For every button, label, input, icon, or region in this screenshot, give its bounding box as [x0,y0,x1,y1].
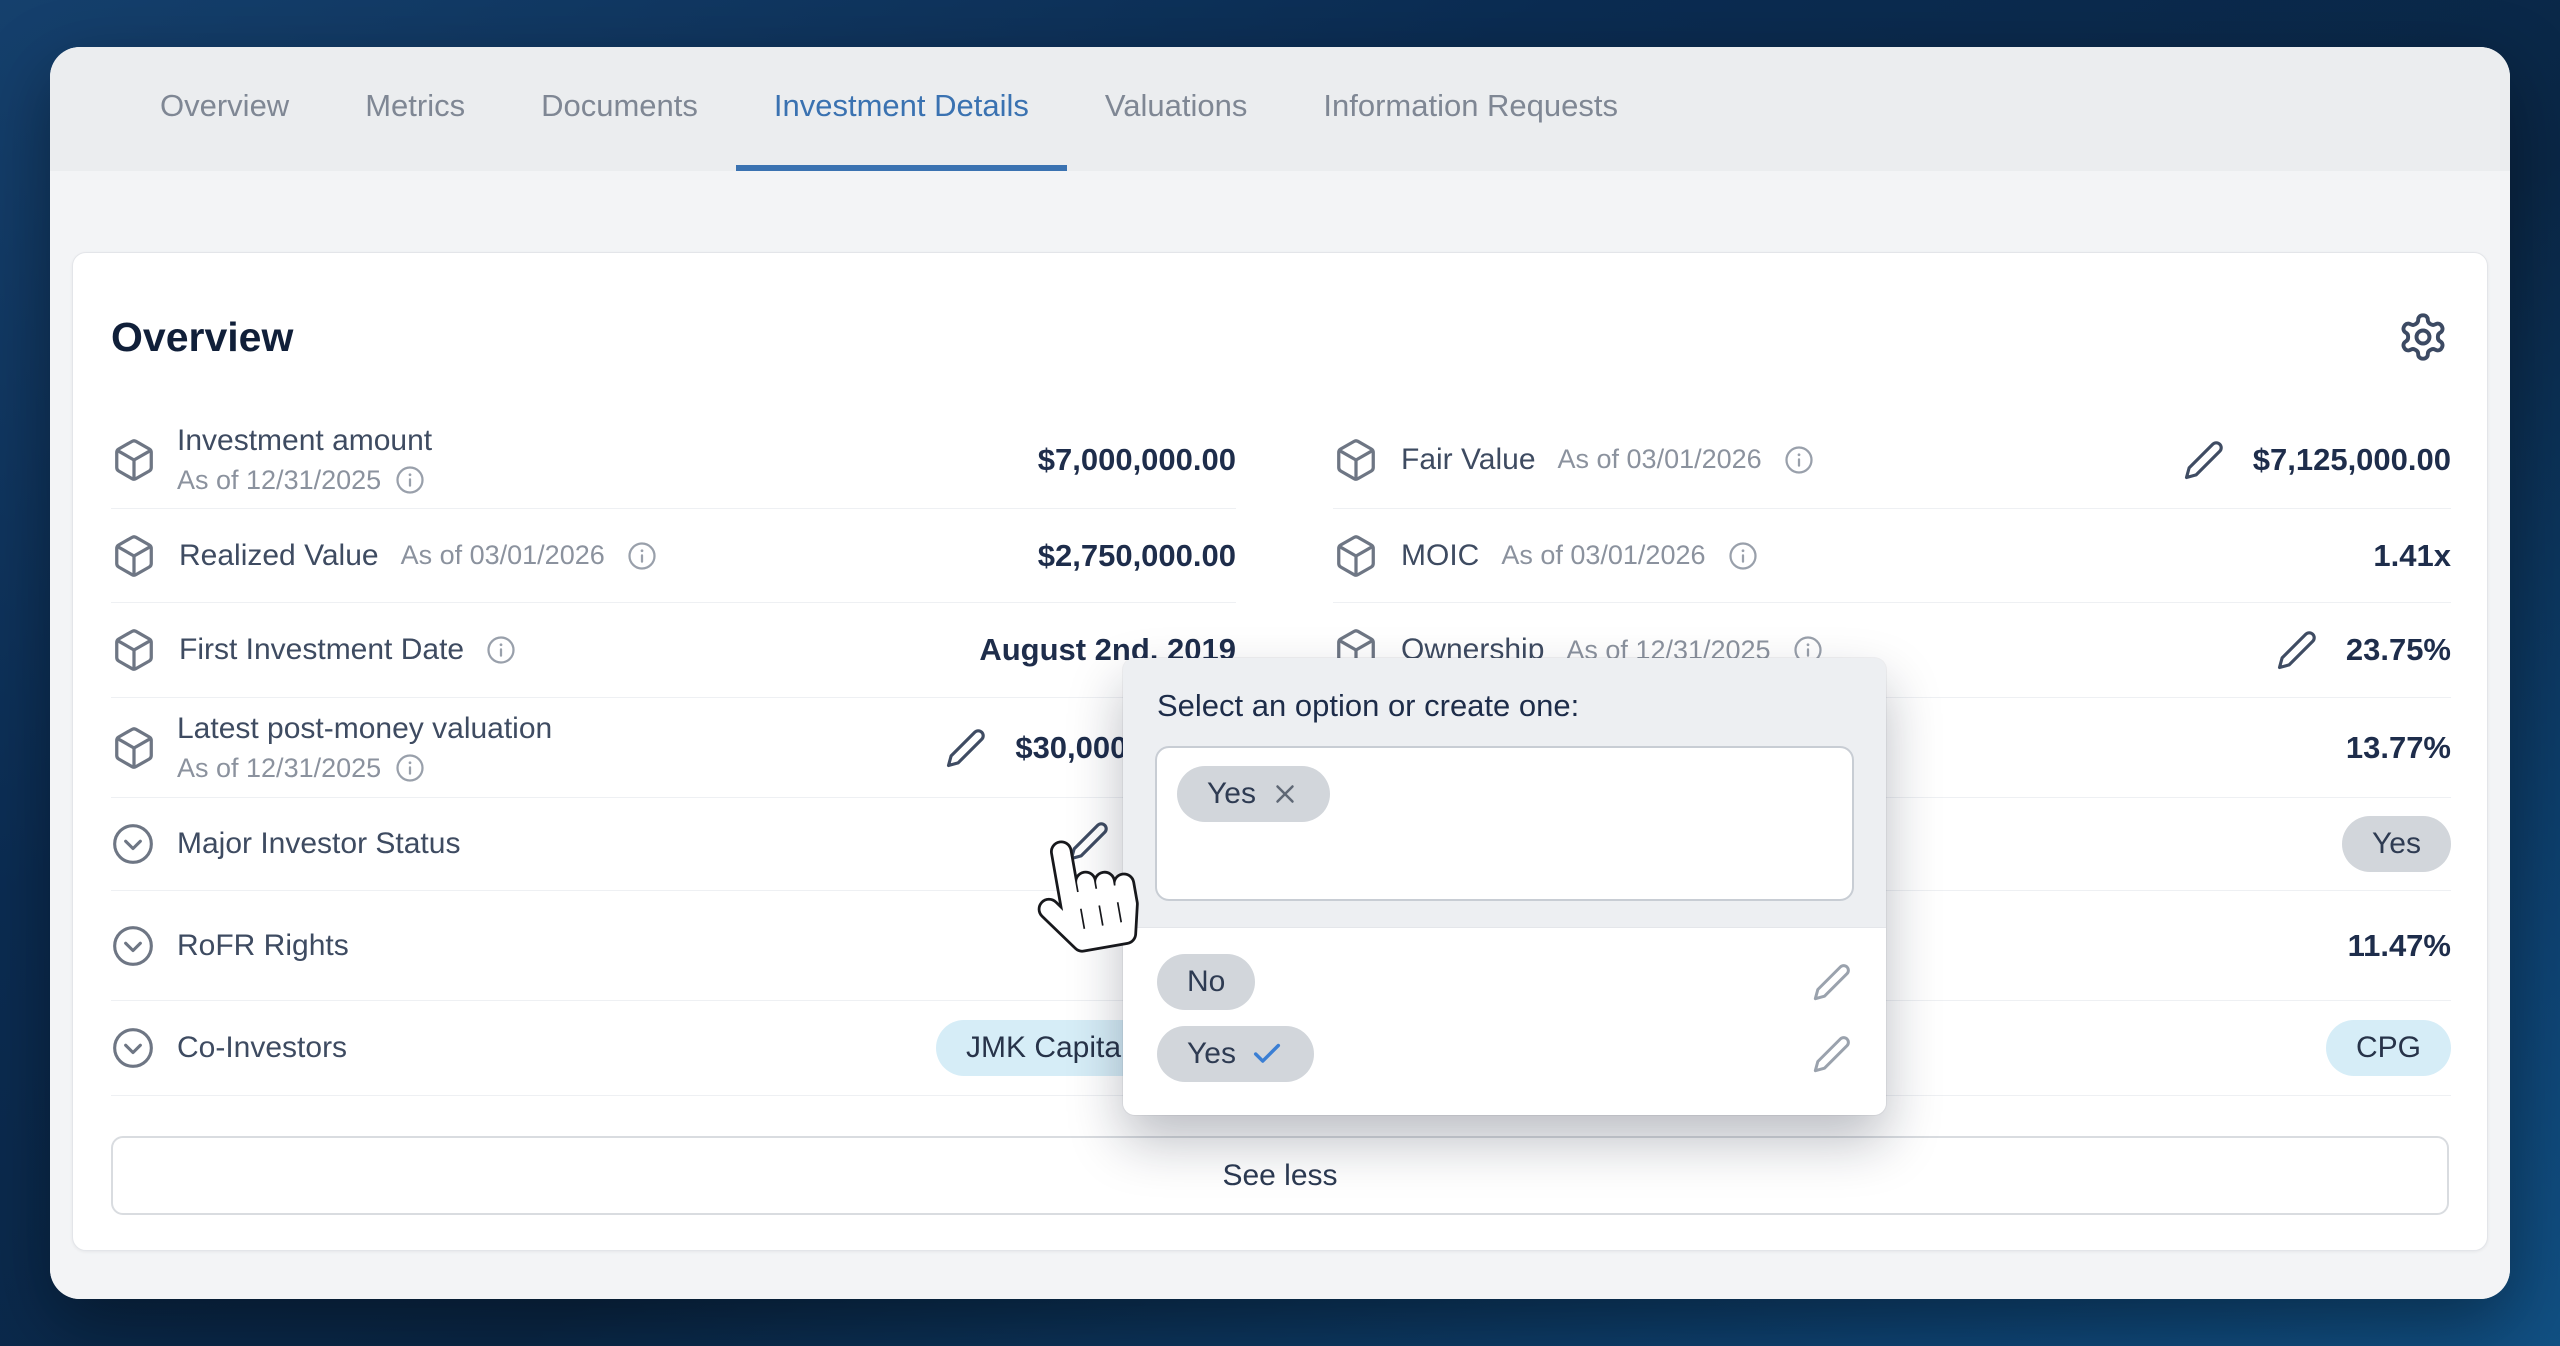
box-icon [111,437,157,483]
tab-information-requests[interactable]: Information Requests [1285,47,1656,171]
co-investor-chip: CPG [2326,1020,2451,1076]
tab-documents[interactable]: Documents [503,47,736,171]
as-of-date: As of 03/01/2026 [401,540,605,571]
selected-check-icon [1250,1037,1284,1071]
edit-pencil-icon[interactable] [2276,629,2318,671]
field-value: $7,000,000.00 [1038,442,1236,478]
info-icon[interactable] [627,541,657,571]
card-header: Overview [73,253,2487,411]
edit-pencil-icon[interactable] [945,727,987,769]
field-label: MOIC [1401,539,1479,573]
edit-option-pencil-icon[interactable] [1812,1034,1852,1074]
tab-bar: Overview Metrics Documents Investment De… [50,47,2510,171]
box-icon [111,533,157,579]
status-pill: Yes [2342,816,2451,872]
field-value: $30,000, [1015,730,1136,766]
row-moic: MOIC As of 03/01/2026 1.41x [1333,509,2451,603]
row-fair-value: Fair Value As of 03/01/2026 $7,125,000.0… [1333,411,2451,509]
field-label: Co-Investors [177,1031,347,1065]
field-value: $7,125,000.00 [2253,442,2451,478]
select-option-popup: Select an option or create one: Yes No Y… [1123,658,1886,1115]
edit-option-pencil-icon[interactable] [1812,962,1852,1002]
info-icon[interactable] [1784,445,1814,475]
popup-title: Select an option or create one: [1123,658,1886,744]
row-latest-post-money-valuation: Latest post-money valuation As of 12/31/… [111,698,1236,798]
card-title: Overview [111,314,293,361]
info-icon[interactable] [486,635,516,665]
option-pill[interactable]: Yes [1157,1026,1314,1082]
row-realized-value: Realized Value As of 03/01/2026 $2,750,0… [111,509,1236,603]
field-value: 23.75% [2346,632,2451,668]
option-pill-label: Yes [1187,1037,1236,1071]
tab-metrics[interactable]: Metrics [327,47,503,171]
remove-tag-x-icon[interactable] [1270,779,1300,809]
selected-tag[interactable]: Yes [1177,766,1330,822]
tab-overview[interactable]: Overview [122,47,327,171]
field-label: Investment amount [177,424,432,458]
info-icon[interactable] [395,465,425,495]
box-icon [111,725,157,771]
option-pill[interactable]: No [1157,954,1255,1010]
chevron-circle-icon [111,822,155,866]
option-yes[interactable]: Yes [1157,1026,1852,1082]
options-list: No Yes [1123,927,1886,1115]
info-icon[interactable] [395,753,425,783]
left-column: Investment amount As of 12/31/2025 $7,00… [111,411,1236,1096]
field-label: Major Investor Status [177,827,460,861]
field-label: RoFR Rights [177,929,349,963]
as-of-date: As of 03/01/2026 [1501,540,1705,571]
edit-pencil-icon[interactable] [2183,439,2225,481]
tab-valuations[interactable]: Valuations [1067,47,1285,171]
info-icon[interactable] [1728,541,1758,571]
as-of-date: As of 12/31/2025 [177,465,381,496]
box-icon [1333,437,1379,483]
hand-cursor-pointer [1022,824,1150,965]
field-value: 11.47% [2348,928,2451,964]
tab-investment-details[interactable]: Investment Details [736,47,1067,171]
field-label: Latest post-money valuation [177,712,552,746]
see-less-button[interactable]: See less [111,1136,2449,1215]
chevron-circle-icon [111,924,155,968]
box-icon [111,627,157,673]
row-investment-amount: Investment amount As of 12/31/2025 $7,00… [111,411,1236,509]
selected-tag-label: Yes [1207,777,1256,811]
field-label: Fair Value [1401,443,1536,477]
field-label: First Investment Date [179,633,464,667]
settings-gear-icon[interactable] [2397,311,2449,363]
field-value: 13.77% [2346,730,2451,766]
row-first-investment-date: First Investment Date August 2nd, 2019 [111,603,1236,698]
field-value: $2,750,000.00 [1038,538,1236,574]
option-no[interactable]: No [1157,954,1852,1010]
tag-input[interactable]: Yes [1155,746,1854,901]
as-of-date: As of 03/01/2026 [1558,444,1762,475]
box-icon [1333,533,1379,579]
field-value: 1.41x [2373,538,2451,574]
row-co-investors: Co-Investors JMK Capital [111,1001,1236,1096]
as-of-date: As of 12/31/2025 [177,753,381,784]
field-label: Realized Value [179,539,379,573]
chevron-circle-icon [111,1026,155,1070]
